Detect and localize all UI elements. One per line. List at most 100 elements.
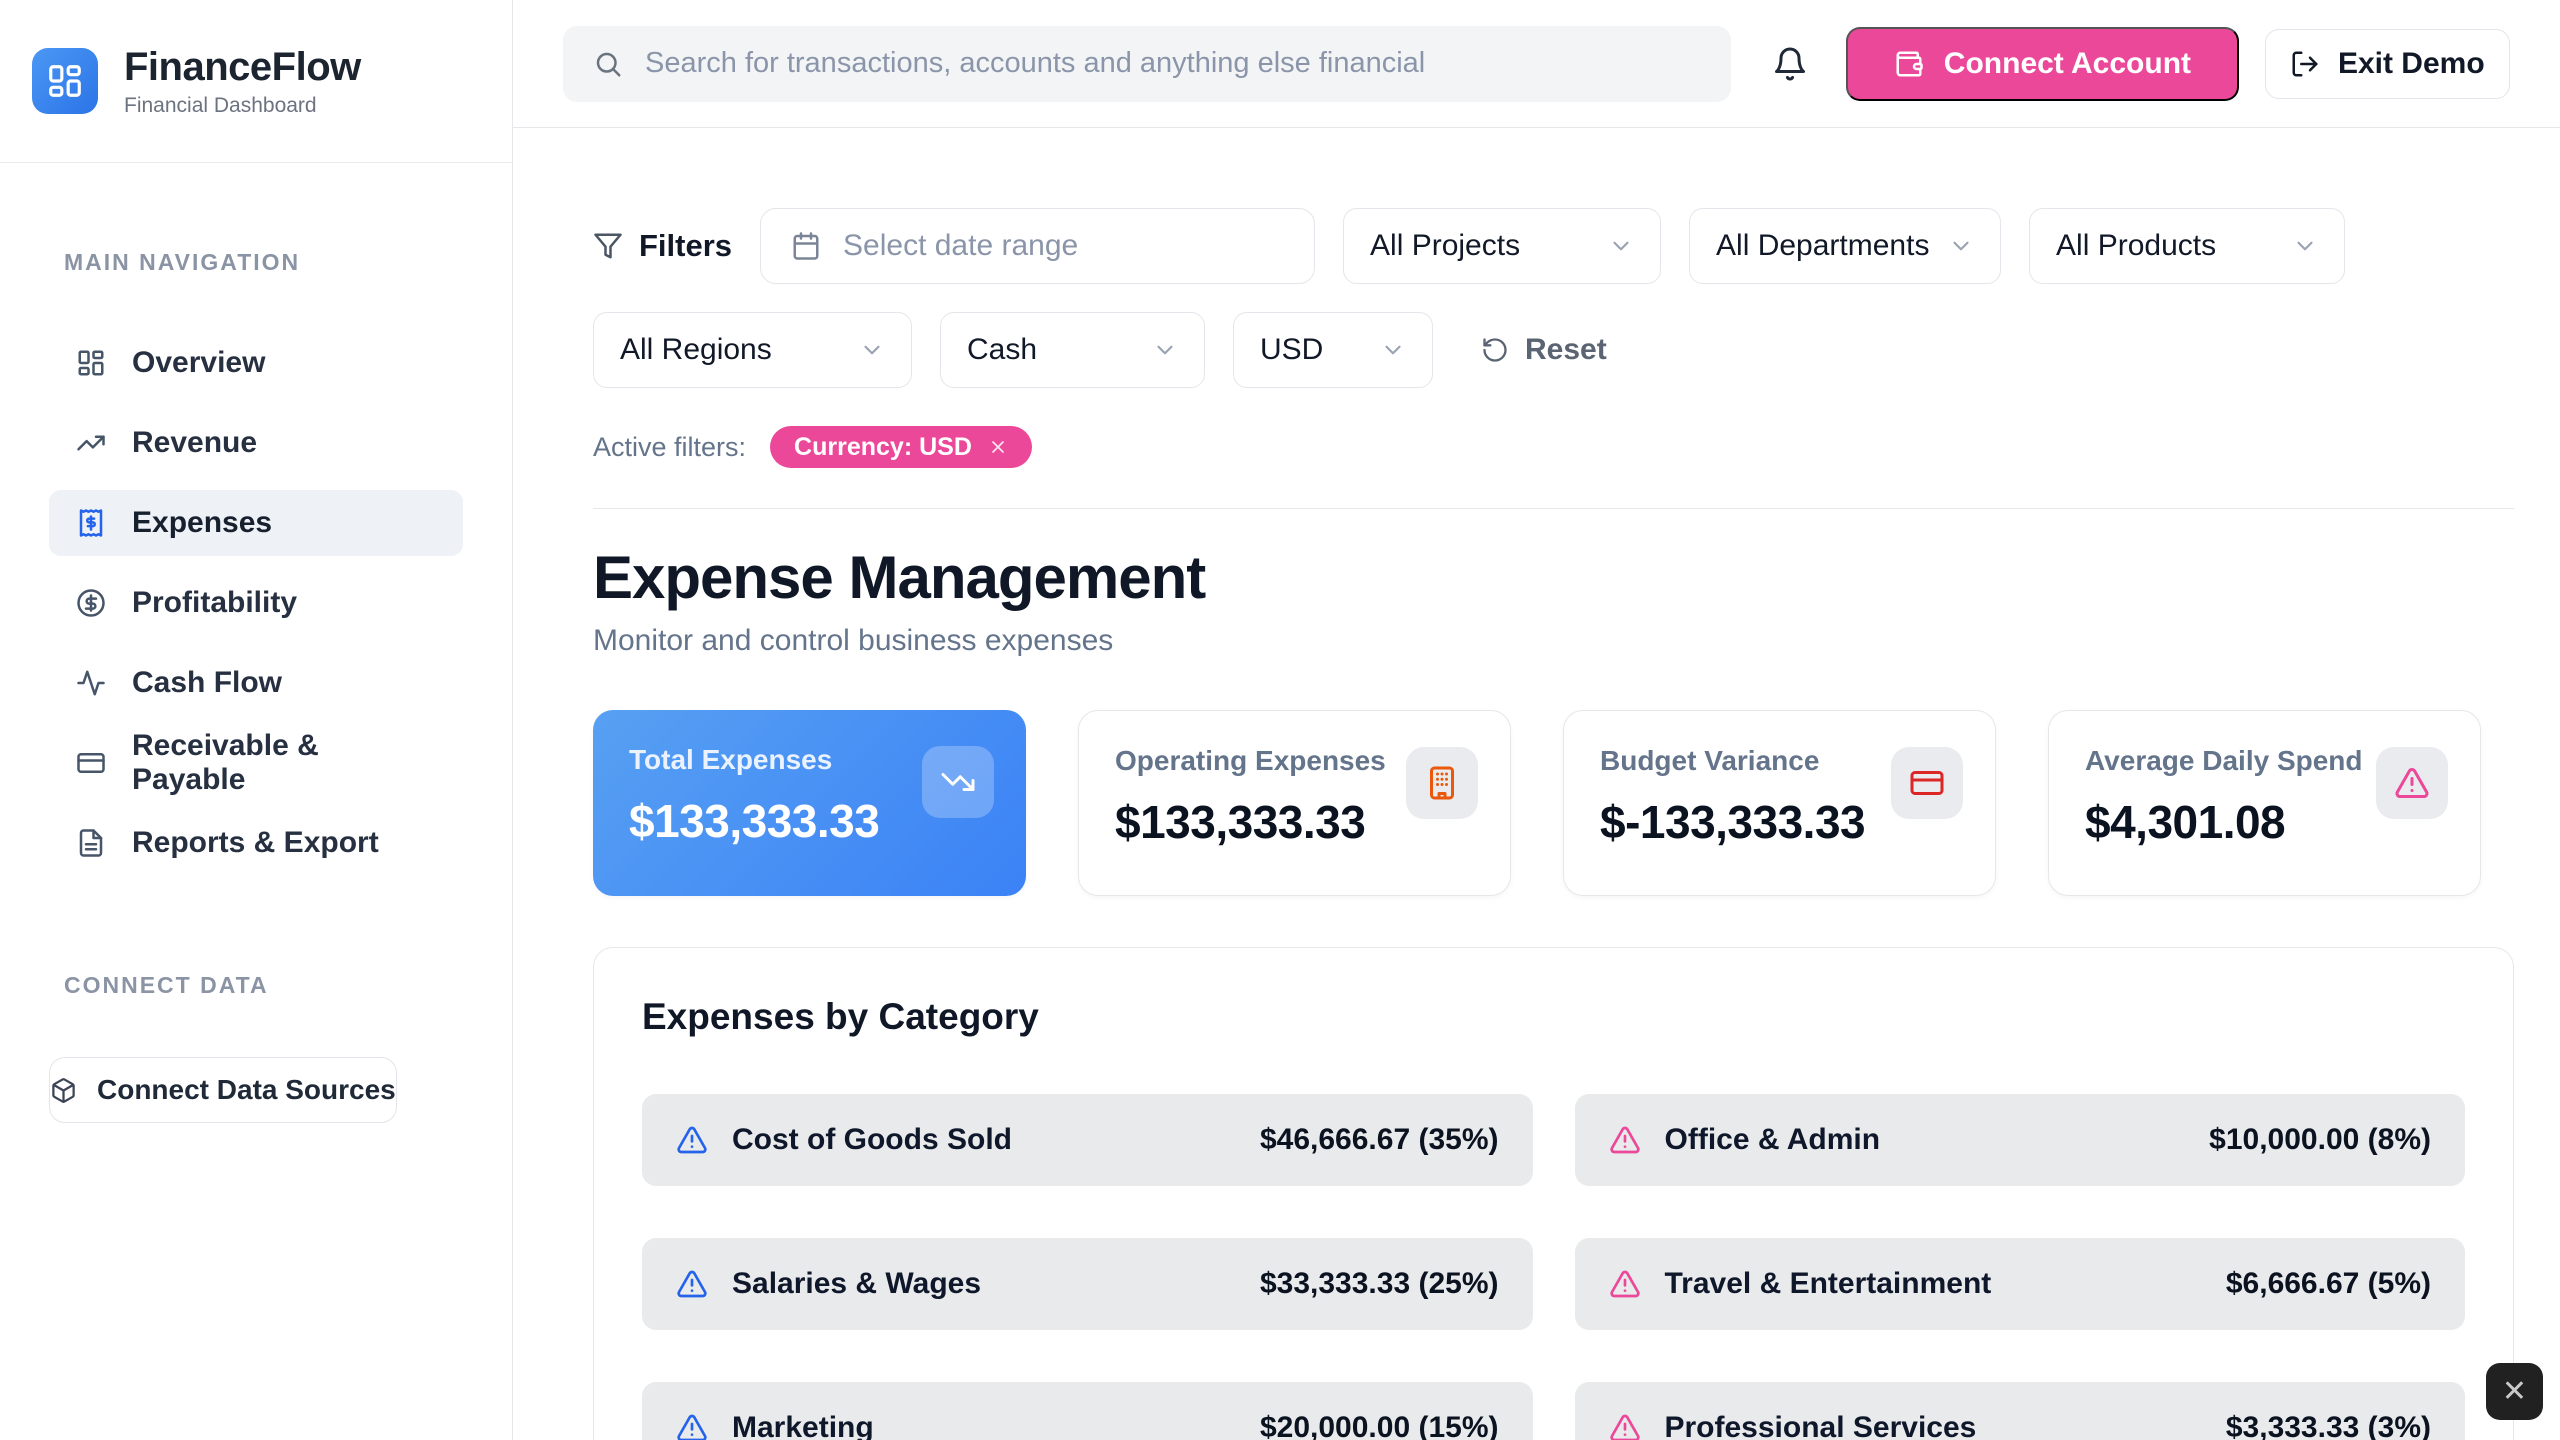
building-icon (1406, 747, 1478, 819)
sidebar-item-label: Revenue (132, 426, 257, 460)
filters-row-1: Filters Select date range All Projects A… (593, 208, 2514, 284)
sidebar-item-expenses[interactable]: Expenses (49, 490, 463, 556)
category-label: Travel & Entertainment (1665, 1267, 1992, 1301)
section-divider (593, 508, 2514, 509)
receipt-icon (76, 508, 106, 538)
close-overlay-button[interactable]: ✕ (2486, 1363, 2543, 1420)
reset-filters-button[interactable]: Reset (1481, 333, 1607, 367)
category-row-office-admin[interactable]: Office & Admin $10,000.00 (8%) (1575, 1094, 2466, 1186)
file-text-icon (76, 828, 106, 858)
chevron-down-icon (1380, 337, 1406, 363)
stat-card-total-expenses[interactable]: Total Expenses $133,333.33 (593, 710, 1026, 896)
app-logo-icon (32, 48, 98, 114)
package-icon (50, 1077, 77, 1104)
dashboard-icon (76, 348, 106, 378)
alert-triangle-icon (676, 1268, 708, 1300)
stat-card-budget-variance[interactable]: Budget Variance $-133,333.33 (1563, 710, 1996, 896)
brand-block: FinanceFlow Financial Dashboard (0, 0, 512, 163)
sidebar-item-profitability[interactable]: Profitability (49, 570, 463, 636)
categories-grid: Cost of Goods Sold $46,666.67 (35%) Offi… (642, 1094, 2465, 1440)
filter-funnel-icon (593, 231, 623, 261)
sidebar-item-cash-flow[interactable]: Cash Flow (49, 650, 463, 716)
brand-tagline: Financial Dashboard (124, 94, 361, 118)
alert-triangle-icon (2376, 747, 2448, 819)
stat-card-average-daily-spend[interactable]: Average Daily Spend $4,301.08 (2048, 710, 2481, 896)
reset-label: Reset (1525, 333, 1607, 367)
sidebar-item-label: Expenses (132, 506, 272, 540)
brand-text: FinanceFlow Financial Dashboard (124, 45, 361, 118)
main-content: Filters Select date range All Projects A… (513, 128, 2560, 1440)
connect-data-sources-label: Connect Data Sources (97, 1074, 396, 1106)
category-value: $20,000.00 (15%) (1260, 1411, 1499, 1440)
regions-dropdown-value: All Regions (620, 333, 772, 367)
dollar-circle-icon (76, 588, 106, 618)
chevron-down-icon (1608, 233, 1634, 259)
filters-title-label: Filters (639, 228, 732, 264)
category-row-salaries-wages[interactable]: Salaries & Wages $33,333.33 (25%) (642, 1238, 1533, 1330)
category-row-marketing[interactable]: Marketing $20,000.00 (15%) (642, 1382, 1533, 1440)
activity-icon (76, 668, 106, 698)
accounting-basis-dropdown[interactable]: Cash (940, 312, 1205, 388)
alert-triangle-icon (1609, 1124, 1641, 1156)
category-value: $3,333.33 (3%) (2226, 1411, 2431, 1440)
category-row-cost-of-goods-sold[interactable]: Cost of Goods Sold $46,666.67 (35%) (642, 1094, 1533, 1186)
search-icon (593, 49, 623, 79)
brand-name: FinanceFlow (124, 45, 361, 90)
products-dropdown-value: All Products (2056, 229, 2216, 263)
sidebar: FinanceFlow Financial Dashboard MAIN NAV… (0, 0, 513, 1440)
top-header: Connect Account Exit Demo (513, 0, 2560, 128)
products-dropdown[interactable]: All Products (2029, 208, 2345, 284)
global-search[interactable] (563, 26, 1731, 102)
log-out-icon (2290, 49, 2320, 79)
sidebar-item-revenue[interactable]: Revenue (49, 410, 463, 476)
exit-demo-label: Exit Demo (2338, 47, 2485, 81)
category-label: Office & Admin (1665, 1123, 1881, 1157)
sidebar-item-receivable-payable[interactable]: Receivable & Payable (49, 730, 463, 796)
connect-data-label: CONNECT DATA (0, 972, 512, 999)
category-row-travel-entertainment[interactable]: Travel & Entertainment $6,666.67 (5%) (1575, 1238, 2466, 1330)
stat-cards-row: Total Expenses $133,333.33 Operating Exp… (593, 710, 2514, 896)
main-navigation: Overview Revenue Expenses Profitability (0, 330, 512, 876)
active-filters-label: Active filters: (593, 432, 746, 463)
category-row-professional-services[interactable]: Professional Services $3,333.33 (3%) (1575, 1382, 2466, 1440)
category-label: Professional Services (1665, 1411, 1977, 1440)
alert-triangle-icon (676, 1124, 708, 1156)
sidebar-item-reports-export[interactable]: Reports & Export (49, 810, 463, 876)
wallet-icon (1894, 49, 1924, 79)
category-label: Marketing (732, 1411, 874, 1440)
currency-dropdown[interactable]: USD (1233, 312, 1433, 388)
expenses-by-category-panel: Expenses by Category Cost of Goods Sold … (593, 947, 2514, 1440)
departments-dropdown[interactable]: All Departments (1689, 208, 2001, 284)
chevron-down-icon (1152, 337, 1178, 363)
sidebar-item-label: Reports & Export (132, 826, 379, 860)
credit-card-icon (76, 748, 106, 778)
sidebar-item-overview[interactable]: Overview (49, 330, 463, 396)
page-subtitle: Monitor and control business expenses (593, 624, 2514, 658)
stat-card-operating-expenses[interactable]: Operating Expenses $133,333.33 (1078, 710, 1511, 896)
connect-data-sources-button[interactable]: Connect Data Sources (49, 1057, 397, 1123)
search-input[interactable] (645, 47, 1701, 80)
regions-dropdown[interactable]: All Regions (593, 312, 912, 388)
category-value: $33,333.33 (25%) (1260, 1267, 1499, 1301)
bell-icon (1772, 46, 1808, 82)
connect-account-button[interactable]: Connect Account (1846, 27, 2238, 101)
projects-dropdown-value: All Projects (1370, 229, 1520, 263)
departments-dropdown-value: All Departments (1716, 229, 1929, 263)
accounting-basis-value: Cash (967, 333, 1037, 367)
alert-triangle-icon (1609, 1412, 1641, 1440)
notifications-button[interactable] (1761, 34, 1821, 94)
date-range-placeholder: Select date range (843, 229, 1078, 263)
currency-filter-chip[interactable]: Currency: USD (770, 426, 1032, 468)
exit-demo-button[interactable]: Exit Demo (2265, 29, 2510, 99)
main-navigation-label: MAIN NAVIGATION (0, 249, 512, 276)
category-label: Cost of Goods Sold (732, 1123, 1012, 1157)
sidebar-item-label: Receivable & Payable (132, 729, 436, 797)
sidebar-item-label: Cash Flow (132, 666, 282, 700)
trending-up-icon (76, 428, 106, 458)
calendar-icon (791, 231, 821, 261)
projects-dropdown[interactable]: All Projects (1343, 208, 1661, 284)
currency-chip-label: Currency: USD (794, 433, 972, 462)
categories-title: Expenses by Category (642, 996, 2465, 1038)
date-range-input[interactable]: Select date range (760, 208, 1315, 284)
remove-filter-x-icon[interactable] (988, 437, 1008, 457)
